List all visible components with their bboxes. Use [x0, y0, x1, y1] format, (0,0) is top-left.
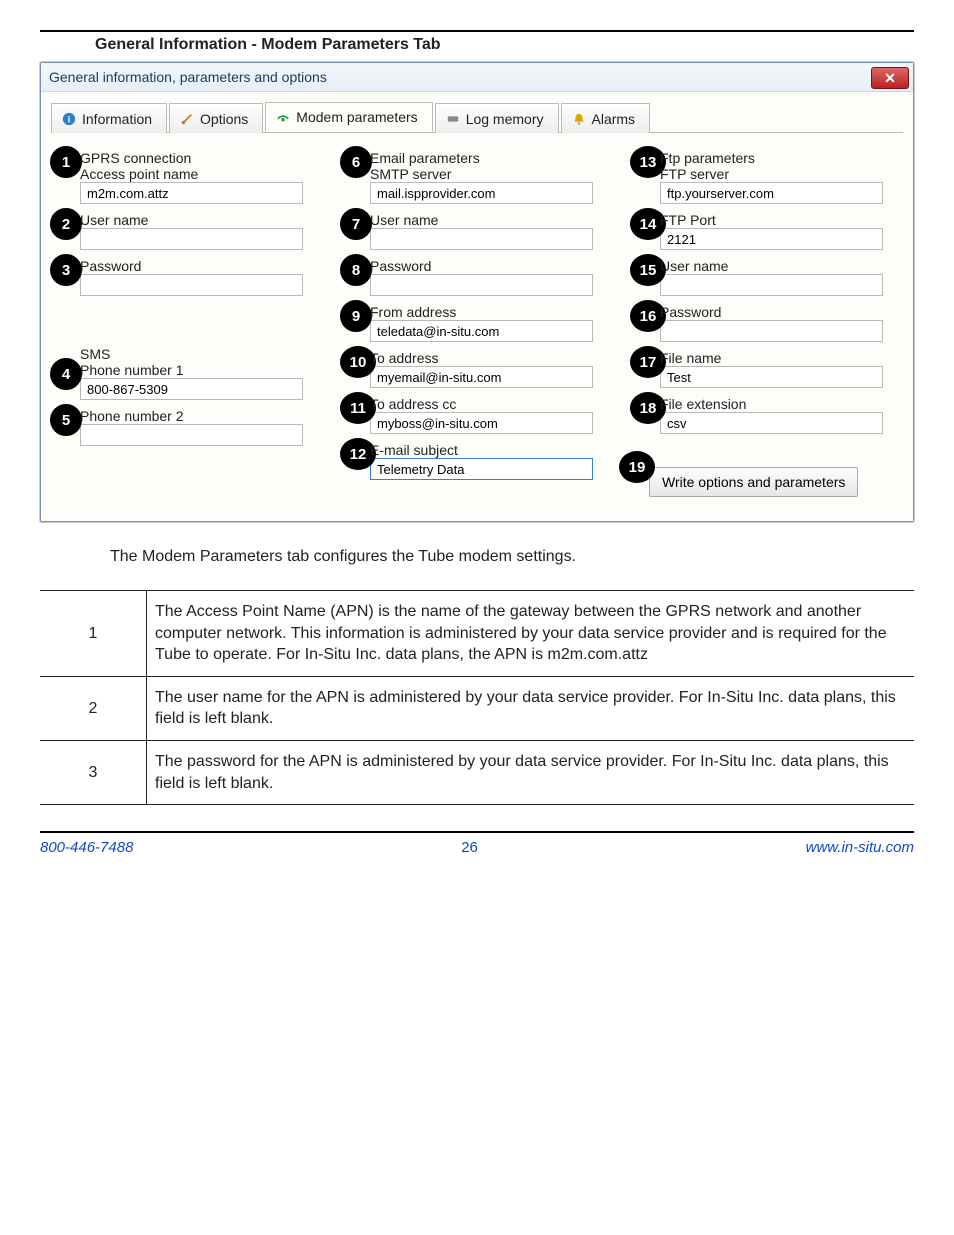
tab-log-memory[interactable]: Log memory [435, 103, 559, 133]
gprs-user-label: User name [80, 212, 322, 228]
close-button[interactable]: ✕ [871, 67, 909, 89]
sms-heading: SMS [80, 346, 322, 362]
ftp-ext-label: File extension [660, 396, 902, 412]
annotation-badge-4: 4 [50, 358, 82, 390]
write-options-button[interactable]: Write options and parameters [649, 467, 858, 497]
gprs-user-input[interactable] [80, 228, 303, 250]
subject-input[interactable] [370, 458, 593, 480]
window-titlebar: General information, parameters and opti… [41, 63, 913, 92]
annotation-badge-3: 3 [50, 254, 82, 286]
email-user-label: User name [370, 212, 612, 228]
ftp-server-label: FTP server [660, 166, 902, 182]
tab-modem-parameters[interactable]: Modem parameters [265, 102, 432, 132]
ftp-ext-input[interactable] [660, 412, 883, 434]
log-icon [446, 112, 460, 126]
footer-phone: 800-446-7488 [40, 839, 133, 856]
email-pass-input[interactable] [370, 274, 593, 296]
row-number: 3 [40, 740, 147, 804]
ftp-user-label: User name [660, 258, 902, 274]
annotation-badge-6: 6 [340, 146, 372, 178]
info-icon: i [62, 112, 76, 126]
window-title: General information, parameters and opti… [49, 69, 327, 85]
row-number: 1 [40, 591, 147, 677]
from-label: From address [370, 304, 612, 320]
annotation-badge-9: 9 [340, 300, 372, 332]
tab-alarms[interactable]: Alarms [561, 103, 651, 133]
tab-information[interactable]: i Information [51, 103, 167, 133]
ftp-heading: Ftp parameters [660, 150, 902, 166]
table-row: 3 The password for the APN is administer… [40, 740, 914, 804]
to-input[interactable] [370, 366, 593, 388]
email-heading: Email parameters [370, 150, 612, 166]
ftp-pass-label: Password [660, 304, 902, 320]
annotation-badge-1: 1 [50, 146, 82, 178]
annotation-badge-8: 8 [340, 254, 372, 286]
dialog-window: General information, parameters and opti… [40, 62, 914, 522]
smtp-input[interactable] [370, 182, 593, 204]
row-text: The Access Point Name (APN) is the name … [147, 591, 915, 677]
footer-url: www.in-situ.com [806, 839, 914, 856]
ftp-file-label: File name [660, 350, 902, 366]
to-label: To address [370, 350, 612, 366]
apn-label: Access point name [80, 166, 322, 182]
ftp-port-input[interactable] [660, 228, 883, 250]
gprs-pass-input[interactable] [80, 274, 303, 296]
gprs-heading: GPRS connection [80, 150, 322, 166]
tab-options[interactable]: Options [169, 103, 263, 133]
row-number: 2 [40, 676, 147, 740]
close-icon: ✕ [884, 70, 896, 87]
annotation-badge-19: 19 [619, 451, 655, 483]
ftp-file-input[interactable] [660, 366, 883, 388]
row-text: The password for the APN is administered… [147, 740, 915, 804]
ftp-port-label: FTP Port [660, 212, 902, 228]
from-input[interactable] [370, 320, 593, 342]
bell-icon [572, 112, 586, 126]
footer-page-number: 26 [461, 839, 478, 856]
options-icon [180, 112, 194, 126]
page-footer: 800-446-7488 26 www.in-situ.com [40, 831, 914, 856]
gprs-pass-label: Password [80, 258, 322, 274]
table-row: 1 The Access Point Name (APN) is the nam… [40, 591, 914, 677]
email-user-input[interactable] [370, 228, 593, 250]
section-title: General Information - Modem Parameters T… [95, 36, 914, 54]
row-text: The user name for the APN is administere… [147, 676, 915, 740]
smtp-label: SMTP server [370, 166, 612, 182]
annotation-badge-2: 2 [50, 208, 82, 240]
modem-icon [276, 110, 290, 124]
subject-label: E-mail subject [370, 442, 612, 458]
svg-text:i: i [68, 114, 71, 125]
description-text: The Modem Parameters tab configures the … [110, 548, 914, 566]
sms-p2-input[interactable] [80, 424, 303, 446]
sms-p1-label: Phone number 1 [80, 362, 322, 378]
cc-label: To address cc [370, 396, 612, 412]
ftp-pass-input[interactable] [660, 320, 883, 342]
tab-strip: i Information Options Modem parameters [51, 102, 903, 133]
parameter-description-table: 1 The Access Point Name (APN) is the nam… [40, 590, 914, 805]
table-row: 2 The user name for the APN is administe… [40, 676, 914, 740]
sms-p2-label: Phone number 2 [80, 408, 322, 424]
email-pass-label: Password [370, 258, 612, 274]
ftp-user-input[interactable] [660, 274, 883, 296]
cc-input[interactable] [370, 412, 593, 434]
annotation-badge-5: 5 [50, 404, 82, 436]
ftp-server-input[interactable] [660, 182, 883, 204]
annotation-badge-7: 7 [340, 208, 372, 240]
sms-p1-input[interactable] [80, 378, 303, 400]
apn-input[interactable] [80, 182, 303, 204]
